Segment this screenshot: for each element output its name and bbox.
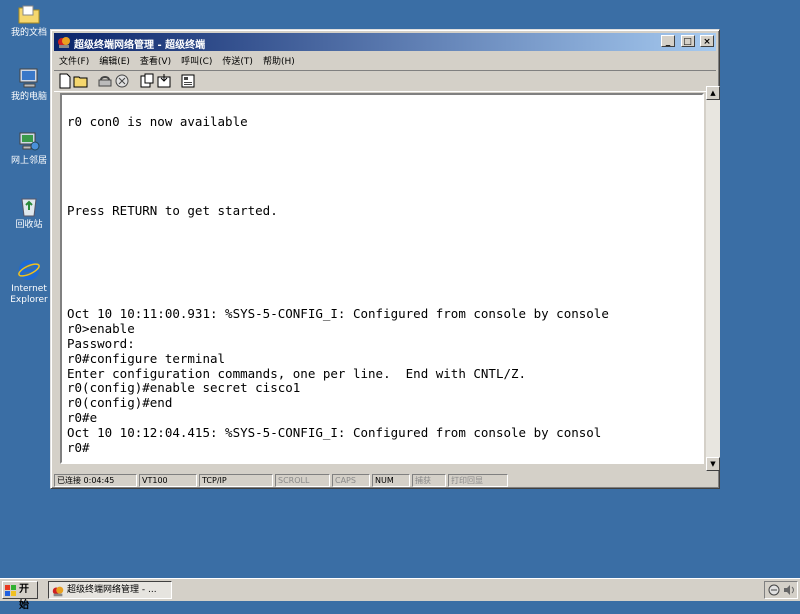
desktop-icon-recycle-bin[interactable]: 回收站: [6, 194, 52, 231]
terminal-line: r0(config)#enable secret cisco1: [67, 380, 301, 396]
terminal-line: Password:: [67, 335, 135, 351]
desktop-icon-label: Internet Explorer: [10, 284, 48, 305]
desktop-icon-internet-explorer[interactable]: Internet Explorer: [6, 258, 52, 306]
menu-call[interactable]: 呼叫(C): [176, 53, 217, 68]
menu-bar: 文件(F) 编辑(E) 查看(V) 呼叫(C) 传送(T) 帮助(H): [54, 53, 716, 69]
taskbar-item-label: 超级终端网络管理 - ...: [67, 585, 157, 595]
receive-button[interactable]: [156, 73, 172, 89]
taskbar: 开始 超级终端网络管理 - ...: [0, 578, 800, 611]
hyperterminal-app-icon: [52, 586, 64, 597]
desktop-icon-label: 网上邻居: [10, 156, 47, 166]
network-icon: [19, 132, 40, 151]
scroll-up-arrow-icon[interactable]: ▲: [706, 86, 720, 100]
status-bar: 已连接 0:04:45 VT100 TCP/IP SCROLL CAPS NUM…: [54, 473, 716, 488]
properties-button[interactable]: [180, 73, 196, 89]
status-capture: 捕获: [412, 474, 446, 487]
window-titlebar[interactable]: 超级终端网络管理 - 超级终端 _ □ ×: [54, 33, 716, 51]
terminal-area[interactable]: r0 con0 is now available Press RETURN to…: [60, 93, 704, 464]
new-icon: [59, 73, 71, 89]
status-emulation: VT100: [139, 474, 197, 487]
start-button[interactable]: 开始: [2, 581, 38, 611]
send-button[interactable]: [139, 73, 155, 89]
desktop-icon-label: 回收站: [15, 220, 43, 230]
terminal-line: r0#: [67, 439, 90, 455]
ie-icon: [18, 260, 40, 280]
folder-icon: [18, 5, 40, 24]
close-button[interactable]: ×: [700, 35, 714, 47]
toolbar: [54, 70, 716, 92]
taskbar-item-hyperterminal[interactable]: 超级终端网络管理 - ...: [48, 581, 172, 599]
menu-help[interactable]: 帮助(H): [258, 53, 300, 68]
status-connection-time: 已连接 0:04:45: [54, 474, 137, 487]
desktop-icon-my-documents[interactable]: 我的文档: [6, 2, 52, 39]
desktop-icon-my-computer[interactable]: 我的电脑: [6, 66, 52, 103]
window-title: 超级终端网络管理 - 超级终端: [74, 40, 206, 51]
terminal-line: r0(config)#end: [67, 395, 173, 411]
dial-button[interactable]: [114, 73, 130, 89]
terminal-output: r0 con0 is now available Press RETURN to…: [67, 114, 609, 455]
status-print-echo: 打印回显: [448, 474, 508, 487]
terminal-line: Oct 10 10:11:00.931: %SYS-5-CONFIG_I: Co…: [67, 306, 609, 322]
tray-volume-icon[interactable]: [782, 583, 796, 597]
status-scroll: SCROLL: [275, 474, 330, 487]
scroll-down-arrow-icon[interactable]: ▼: [706, 457, 720, 471]
menu-file[interactable]: 文件(F): [54, 53, 94, 68]
tray-network-icon[interactable]: [767, 583, 781, 597]
disconnect-button[interactable]: [97, 73, 113, 89]
menu-edit[interactable]: 编辑(E): [94, 53, 135, 68]
computer-icon: [19, 68, 38, 88]
dial-icon: [115, 74, 129, 88]
minimize-button[interactable]: _: [661, 35, 676, 47]
desktop-icon-label: 我的文档: [10, 28, 47, 38]
open-button[interactable]: [73, 73, 89, 89]
status-num: NUM: [372, 474, 410, 487]
send-icon: [140, 73, 154, 88]
hyperterminal-app-icon: [58, 37, 70, 48]
disconnect-icon: [98, 76, 112, 87]
maximize-button[interactable]: □: [680, 35, 695, 47]
terminal-line: r0#configure terminal: [67, 350, 226, 366]
new-connection-button[interactable]: [57, 73, 73, 89]
recycle-bin-icon: [21, 198, 37, 217]
terminal-line: r0#e: [67, 409, 98, 425]
vertical-scrollbar[interactable]: ▲ ▼: [706, 86, 720, 471]
start-label: 开始: [19, 584, 29, 611]
menu-transfer[interactable]: 传送(T): [217, 53, 258, 68]
properties-icon: [181, 74, 195, 88]
terminal-line: r0>enable: [67, 321, 135, 337]
system-tray: [764, 581, 798, 599]
receive-icon: [157, 74, 171, 88]
hyperterminal-window: 超级终端网络管理 - 超级终端 _ □ × 文件(F) 编辑(E) 查看(V) 呼叫(…: [50, 29, 720, 489]
windows-logo-icon: [5, 585, 16, 596]
terminal-line: Press RETURN to get started.: [67, 202, 278, 218]
menu-view[interactable]: 查看(V): [135, 53, 176, 68]
status-protocol: TCP/IP: [199, 474, 273, 487]
desktop-icon-label: 我的电脑: [10, 92, 47, 102]
desktop-icon-network[interactable]: 网上邻居: [6, 130, 52, 167]
terminal-line: Enter configuration commands, one per li…: [67, 365, 527, 381]
status-caps: CAPS: [332, 474, 370, 487]
open-icon: [73, 76, 88, 88]
terminal-line: r0 con0 is now available: [67, 114, 248, 129]
terminal-line: Oct 10 10:12:04.415: %SYS-5-CONFIG_I: Co…: [67, 424, 602, 440]
